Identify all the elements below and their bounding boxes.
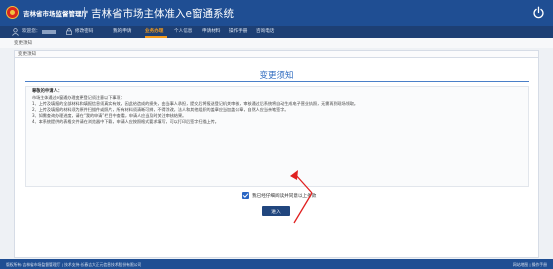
panel-header: 变更须知 [15, 51, 538, 58]
nav-item-business[interactable]: 业务办理 [145, 28, 163, 34]
breadcrumb: 变更须知 [0, 38, 553, 48]
nav-item-hotline[interactable]: 咨询电话 [256, 28, 274, 34]
notice-rule: 4、本系统提供的表格文件请在浏览器中下载，申请人应按照格式要求填写，可以打印后签… [32, 119, 219, 124]
system-title: 吉林省市场主体准入e窗通系统 [91, 8, 234, 20]
footer-links[interactable]: 网站地图 | 操作手册 [513, 262, 547, 268]
header-divider [84, 7, 85, 19]
agree-label[interactable]: 我已经仔细阅读并同意以上条款 [252, 193, 316, 199]
title-divider [25, 81, 529, 82]
enter-button[interactable]: 进入 [262, 206, 290, 216]
user-icon [12, 28, 19, 36]
national-emblem-icon [6, 6, 19, 19]
nav-item-manual[interactable]: 操作手册 [229, 28, 247, 34]
lock-icon [66, 28, 72, 35]
nav-item-materials[interactable]: 申请材料 [202, 28, 220, 34]
panel-header-label: 变更须知 [18, 52, 36, 57]
breadcrumb-label: 变更须知 [14, 41, 32, 46]
agree-row[interactable]: 我已经仔细阅读并同意以上条款 [242, 192, 316, 199]
checkmark-icon [242, 193, 249, 198]
agree-checkbox[interactable] [242, 192, 249, 199]
greeting-label: 欢迎您： [22, 29, 41, 34]
footer-copyright: 版权所有:吉林省市场监督管理厅 | 技术支持:长春吉大正元信息技术股份有限公司 [6, 261, 142, 267]
agency-name: 吉林省市场监督管理厅 [23, 10, 88, 18]
page-title: 变更须知 [259, 71, 294, 81]
app-footer: 版权所有:吉林省市场监督管理厅 | 技术支持:长春吉大正元信息技术股份有限公司 … [0, 259, 553, 269]
main-nav: 欢迎您： 修改密码 我的申请 业务办理 个人信息 申请材料 操作手册 咨询电话 [0, 26, 553, 38]
masked-username [42, 30, 56, 34]
nav-item-personal-info[interactable]: 个人信息 [174, 28, 192, 34]
change-password-link[interactable]: 修改密码 [75, 28, 93, 34]
main-panel: 变更须知 变更须知 尊敬的申请人： 市场主体通过e窗通办理变更登记须注意以下事项… [14, 50, 539, 258]
notice-box: 尊敬的申请人： 市场主体通过e窗通办理变更登记须注意以下事项： 1、上传及填报的… [25, 86, 529, 187]
app-header: 吉林省市场监督管理厅 吉林省市场主体准入e窗通系统 [0, 0, 553, 26]
power-icon[interactable] [532, 6, 545, 19]
nav-item-my-applications[interactable]: 我的申请 [113, 28, 131, 34]
